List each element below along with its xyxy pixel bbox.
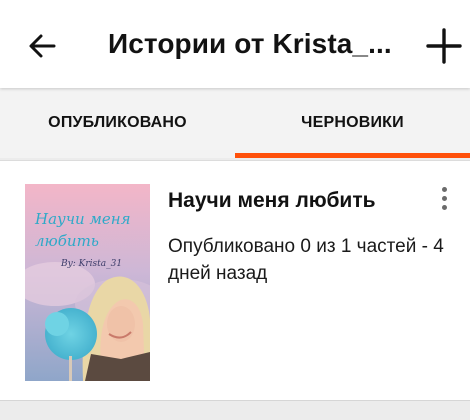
- story-status: Опубликовано 0 из 1 частей - 4 дней наза…: [168, 236, 444, 284]
- tab-label: ОПУБЛИКОВАНО: [48, 114, 187, 131]
- tab-label: ЧЕРНОВИКИ: [301, 114, 404, 131]
- story-cover[interactable]: Научи меня любить By: Krista_31: [25, 184, 150, 381]
- app-header: Истории от Krista_...: [0, 0, 470, 88]
- back-button[interactable]: [22, 26, 62, 66]
- cover-author: By: Krista_31: [60, 259, 122, 269]
- page-title: Истории от Krista_...: [108, 28, 392, 59]
- tab-drafts[interactable]: ЧЕРНОВИКИ: [235, 88, 470, 158]
- more-vertical-icon-dot: [441, 204, 447, 210]
- tab-published[interactable]: ОПУБЛИКОВАНО: [0, 88, 235, 158]
- story-menu-button[interactable]: [430, 181, 458, 215]
- cover-image: Научи меня любить By: Krista_31: [25, 184, 150, 381]
- more-vertical-icon-dot: [441, 195, 447, 201]
- cover-title-line1: Научи меня: [34, 210, 131, 228]
- more-vertical-icon: [441, 186, 447, 192]
- story-card[interactable]: Научи меня любить By: Krista_31 Научи ме…: [0, 160, 470, 400]
- story-title[interactable]: Научи меня любить: [168, 189, 408, 213]
- tab-bar: ОПУБЛИКОВАНО ЧЕРНОВИКИ: [0, 88, 470, 158]
- add-story-button[interactable]: [422, 24, 466, 68]
- cover-title-line2: любить: [35, 232, 99, 250]
- arrow-left-icon: [29, 34, 56, 58]
- plus-icon: [426, 28, 462, 64]
- list-bottom-divider: [0, 400, 470, 420]
